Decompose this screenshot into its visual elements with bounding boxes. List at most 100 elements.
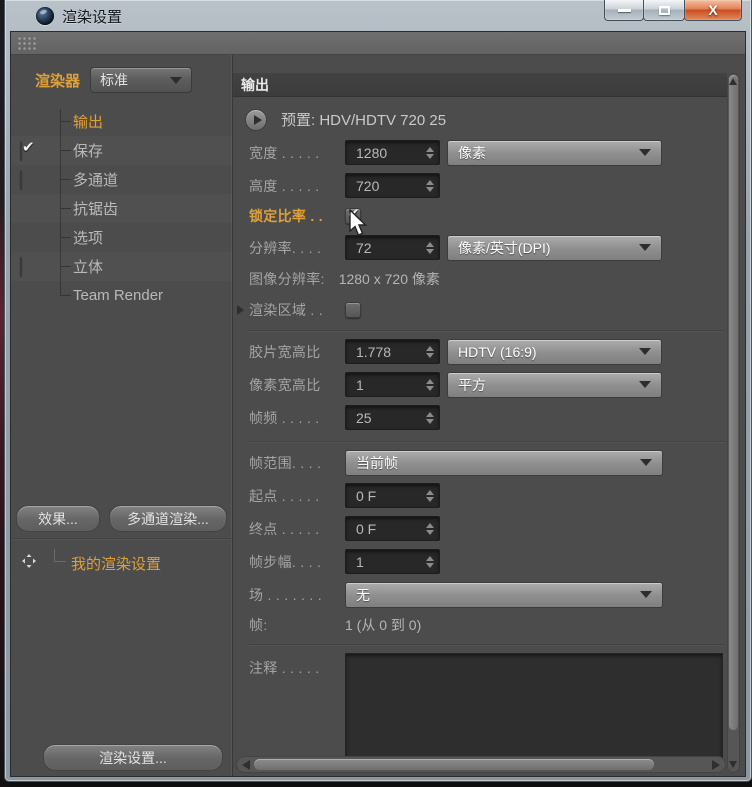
resolution-unit-select[interactable]: 像素/英寸(DPI) xyxy=(447,234,662,261)
maximize-button[interactable] xyxy=(643,0,685,21)
vertical-scrollbar[interactable] xyxy=(727,73,740,773)
end-frame-stepper[interactable] xyxy=(426,522,434,535)
vertical-scrollbar-thumb[interactable] xyxy=(729,75,738,730)
multipass-enable-checkbox[interactable] xyxy=(20,170,22,189)
lock-ratio-label: 锁定比率 . . xyxy=(249,208,323,224)
image-resolution-label: 图像分辨率: xyxy=(249,271,325,287)
resolution-label: 分辨率. . . . xyxy=(249,239,322,256)
height-stepper[interactable] xyxy=(426,179,434,192)
chevron-down-icon xyxy=(639,149,651,156)
chevron-down-icon xyxy=(640,459,652,466)
start-frame-input[interactable]: 0 F xyxy=(345,483,440,508)
end-frame-label: 终点 . . . . . xyxy=(249,520,320,537)
annotation-textarea[interactable] xyxy=(345,653,723,759)
frame-step-label: 帧步幅. . . . xyxy=(249,553,322,570)
minimize-button[interactable] xyxy=(604,0,644,21)
film-aspect-stepper[interactable] xyxy=(426,345,434,358)
sidebar-item-stereoscopic[interactable]: 立体 xyxy=(11,252,232,281)
sidebar-divider xyxy=(11,538,232,540)
panel-header: 输出 xyxy=(233,73,727,97)
sidebar-item-multipass[interactable]: 多通道 xyxy=(11,165,232,194)
field-select[interactable]: 无 xyxy=(345,581,663,608)
sidebar-item-antialiasing[interactable]: 抗锯齿 xyxy=(11,194,232,223)
frame-step-stepper[interactable] xyxy=(426,555,434,568)
titlebar[interactable]: 渲染设置 X xyxy=(10,0,746,31)
chevron-down-icon xyxy=(639,244,651,251)
chevron-down-icon xyxy=(639,381,651,388)
scroll-left-icon[interactable] xyxy=(242,759,250,770)
save-enable-checkbox[interactable] xyxy=(20,141,22,160)
sidebar-item-save[interactable]: 保存 xyxy=(11,136,232,165)
sidebar-item-output[interactable]: 输出 xyxy=(11,107,232,136)
frame-rate-stepper[interactable] xyxy=(426,411,434,424)
minimize-icon xyxy=(617,8,631,12)
image-resolution-value: 1280 x 720 像素 xyxy=(338,271,440,287)
width-input[interactable]: 1280 xyxy=(345,140,440,165)
scroll-down-icon[interactable] xyxy=(729,761,737,768)
field-label: 场 . . . . . . . xyxy=(249,586,322,603)
grip-handle-icon[interactable] xyxy=(17,36,37,50)
frame-rate-label: 帧频 . . . . . xyxy=(249,409,320,426)
chevron-down-icon xyxy=(639,348,651,355)
output-panel: 输出 预置: HDV/HDTV 720 25 宽度 . . . . . 1280 xyxy=(233,55,745,776)
section-divider xyxy=(249,441,725,443)
pixel-aspect-stepper[interactable] xyxy=(426,378,434,391)
annotation-label: 注释 . . . . . xyxy=(249,660,320,676)
maximize-icon xyxy=(658,5,670,15)
settings-tree: 输出 保存 多通道 xyxy=(11,107,232,310)
film-aspect-input[interactable]: 1.778 xyxy=(345,339,440,364)
width-unit-select[interactable]: 像素 xyxy=(447,139,662,166)
scroll-right-icon[interactable] xyxy=(712,759,720,770)
height-input[interactable]: 720 xyxy=(345,173,440,198)
renderer-label: 渲染器 xyxy=(35,72,81,90)
frames-value: 1 (从 0 到 0) xyxy=(345,617,422,633)
scroll-up-icon[interactable] xyxy=(729,78,737,85)
render-region-label: 渲染区域 . . xyxy=(249,302,323,318)
renderer-select[interactable]: 标准 xyxy=(90,67,193,93)
resolution-stepper[interactable] xyxy=(426,241,434,254)
start-frame-stepper[interactable] xyxy=(426,489,434,502)
preset-text: 预置: HDV/HDTV 720 25 xyxy=(281,112,447,129)
horizontal-scrollbar[interactable] xyxy=(236,756,726,773)
pixel-aspect-input[interactable]: 1 xyxy=(345,372,440,397)
frames-label: 帧: xyxy=(249,617,268,633)
resolution-input[interactable]: 72 xyxy=(345,235,440,260)
cinema4d-app-icon xyxy=(36,7,54,25)
frame-range-select[interactable]: 当前帧 xyxy=(345,449,663,476)
sidebar: 渲染器 标准 输出 ✔ 保存 多通道 抗锯齿 选项 立体 Team Render… xyxy=(11,55,233,776)
horizontal-scrollbar-thumb[interactable] xyxy=(254,759,654,770)
end-frame-input[interactable]: 0 F xyxy=(345,516,440,541)
my-render-settings-item[interactable]: 我的渲染设置 xyxy=(11,547,232,577)
stereoscopic-enable-checkbox[interactable] xyxy=(20,257,22,276)
render-settings-button[interactable]: 渲染设置... xyxy=(43,744,223,771)
frame-rate-input[interactable]: 25 xyxy=(345,405,440,430)
section-divider xyxy=(249,644,725,646)
window-title: 渲染设置 xyxy=(62,9,123,26)
width-label: 宽度 . . . . . xyxy=(249,144,320,161)
film-aspect-label: 胶片宽高比 xyxy=(249,343,321,360)
chevron-down-icon xyxy=(170,76,183,84)
film-aspect-select[interactable]: HDTV (16:9) xyxy=(447,338,662,365)
multipass-render-button[interactable]: 多通道渲染... xyxy=(109,505,227,532)
render-preset-icon xyxy=(22,554,36,568)
close-button[interactable]: X xyxy=(684,0,742,21)
pixel-aspect-label: 像素宽高比 xyxy=(249,376,321,393)
effects-button[interactable]: 效果... xyxy=(16,505,100,532)
height-label: 高度 . . . . . xyxy=(249,177,320,194)
width-stepper[interactable] xyxy=(426,146,434,159)
screen: 渲染设置 X 渲染器 标准 输出 ✔ 保存 多通道 抗锯齿 选项 立体 Team… xyxy=(0,0,752,787)
tree-elbow-line xyxy=(54,549,66,562)
sidebar-item-team-render[interactable]: Team Render xyxy=(11,281,232,310)
expand-arrow-icon[interactable] xyxy=(237,305,244,315)
start-frame-label: 起点 . . . . . xyxy=(249,487,320,504)
dialog-body: 渲染器 标准 输出 ✔ 保存 多通道 抗锯齿 选项 立体 Team Render… xyxy=(10,31,746,777)
frame-range-label: 帧范围. . . . xyxy=(249,454,322,471)
render-region-checkbox[interactable] xyxy=(345,302,361,318)
section-divider xyxy=(249,330,725,332)
dock-gripbar[interactable] xyxy=(11,32,745,55)
pixel-aspect-select[interactable]: 平方 xyxy=(447,371,662,398)
lock-ratio-checkbox[interactable] xyxy=(345,205,361,224)
preset-menu-button[interactable] xyxy=(245,108,267,131)
sidebar-item-options[interactable]: 选项 xyxy=(11,223,232,252)
frame-step-input[interactable]: 1 xyxy=(345,549,440,574)
